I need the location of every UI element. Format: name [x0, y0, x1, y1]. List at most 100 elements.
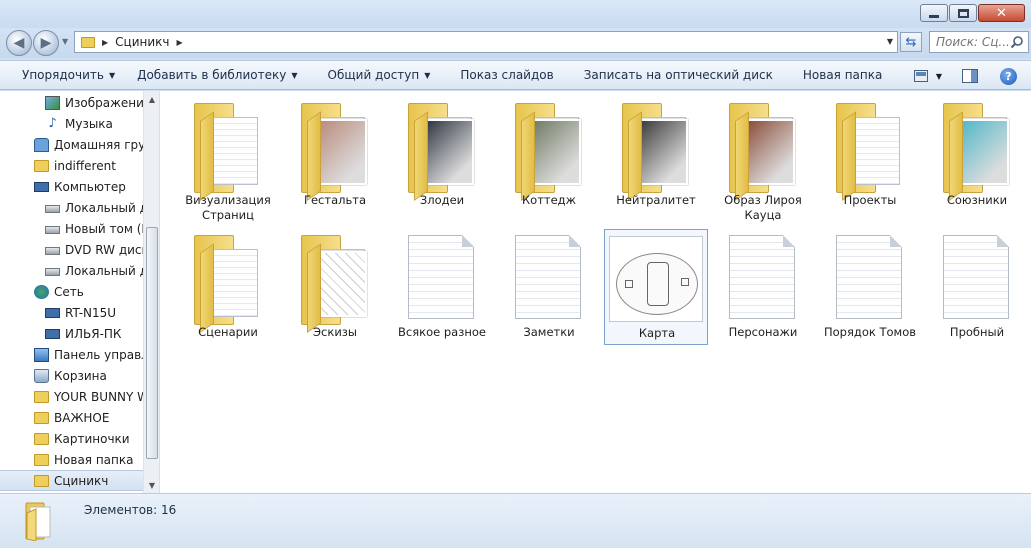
- folder-item[interactable]: Союзники: [925, 97, 1029, 213]
- nav-item[interactable]: Изображения: [0, 92, 144, 113]
- nav-item-label: DVD RW диско: [65, 242, 144, 257]
- nav-item[interactable]: Компьютер: [0, 176, 144, 197]
- close-icon: ✕: [996, 5, 1007, 21]
- computer-icon: [45, 307, 60, 318]
- drive-icon: [45, 247, 60, 255]
- view-dropdown-icon[interactable]: ▼: [936, 72, 942, 81]
- scrollbar-thumb[interactable]: [146, 227, 158, 459]
- refresh-button[interactable]: ⇆: [900, 32, 922, 52]
- file-item[interactable]: Персонажи: [711, 229, 815, 345]
- minimize-button[interactable]: [920, 4, 948, 22]
- address-history-dropdown[interactable]: ▼: [887, 37, 893, 46]
- nav-item[interactable]: RT-N15U: [0, 302, 144, 323]
- refresh-icon: ⇆: [905, 34, 917, 50]
- organize-button[interactable]: Упорядочить ▼: [22, 60, 115, 90]
- nav-item[interactable]: ИЛЬЯ-ПК: [0, 323, 144, 344]
- preview-pane-icon[interactable]: [962, 69, 978, 83]
- image-thumbnail-icon: [609, 236, 703, 328]
- file-item[interactable]: Порядок Томов: [818, 229, 922, 345]
- nav-item-label: Музыка: [65, 116, 113, 131]
- nav-item[interactable]: Корзина: [0, 365, 144, 386]
- item-label: Визуализация Страниц: [185, 193, 271, 222]
- back-button[interactable]: ◀: [6, 30, 32, 56]
- scroll-up-icon[interactable]: ▲: [144, 91, 159, 107]
- breadcrumb-chevron-icon[interactable]: ▶: [176, 38, 182, 47]
- scroll-down-icon[interactable]: ▼: [144, 477, 159, 493]
- nav-item-label: Домашняя груп: [54, 137, 144, 152]
- slideshow-button[interactable]: Показ слайдов: [460, 60, 553, 90]
- nav-item[interactable]: DVD RW диско: [0, 239, 144, 260]
- folder-icon: [301, 103, 369, 201]
- file-item[interactable]: Заметки: [497, 229, 601, 345]
- nav-item-label: YOUR BUNNY W: [54, 389, 144, 404]
- breadcrumb-chevron-icon[interactable]: ▶: [102, 38, 108, 47]
- file-item[interactable]: Карта: [604, 229, 708, 345]
- nav-item[interactable]: Картиночки: [0, 428, 144, 449]
- control-panel-icon: [34, 347, 49, 362]
- nav-item-label: Локальный ди: [65, 263, 144, 278]
- folder-item[interactable]: Эскизы: [283, 229, 387, 345]
- folder-item[interactable]: Коттедж: [497, 97, 601, 213]
- document-icon: [943, 235, 1011, 327]
- nav-item[interactable]: ♪ Музыка: [0, 113, 144, 134]
- chevron-down-icon: ▼: [424, 70, 431, 80]
- folder-item[interactable]: Злодеи: [390, 97, 494, 213]
- folder-item[interactable]: Гестальта: [283, 97, 387, 213]
- nav-item-label: Сциникч: [54, 473, 109, 488]
- folder-icon: [515, 103, 583, 201]
- folder-icon: [194, 103, 262, 201]
- item-label: Всякое разное: [398, 325, 486, 339]
- item-label: Карта: [638, 326, 676, 340]
- folder-icon: [34, 390, 49, 403]
- search-box[interactable]: [929, 31, 1029, 53]
- nav-item-label: indifferent: [54, 158, 116, 173]
- arrow-right-icon: ▶: [40, 35, 52, 51]
- folder-item[interactable]: Образ Лироя Кауца: [711, 97, 815, 222]
- recent-pages-dropdown[interactable]: ▼: [62, 37, 68, 46]
- folder-item[interactable]: Сценарии: [176, 229, 280, 345]
- minimize-icon: [929, 14, 939, 18]
- search-input[interactable]: [936, 35, 1010, 49]
- music-icon: ♪: [48, 115, 57, 131]
- nav-item[interactable]: Локальный ди: [0, 260, 144, 281]
- view-options-icon[interactable]: [913, 70, 928, 82]
- nav-item-label: Корзина: [54, 368, 107, 383]
- folder-item[interactable]: Нейтралитет: [604, 97, 708, 213]
- item-label: Проекты: [843, 193, 897, 207]
- nav-item[interactable]: YOUR BUNNY W: [0, 386, 144, 407]
- nav-item[interactable]: Сеть: [0, 281, 144, 302]
- nav-item[interactable]: indifferent: [0, 155, 144, 176]
- navigation-scrollbar[interactable]: ▲ ▼: [143, 91, 159, 493]
- file-item[interactable]: Всякое разное: [390, 229, 494, 345]
- nav-item[interactable]: Новый том (D: [0, 218, 144, 239]
- add-to-library-button[interactable]: Добавить в библиотеку ▼: [137, 60, 297, 90]
- navigation-pane: Изображения ♪ Музыка Домашняя груп indiffere…: [0, 91, 160, 493]
- document-icon: [729, 235, 797, 327]
- address-bar[interactable]: ▶ Сциникч ▶ ▼: [74, 31, 898, 53]
- folder-item[interactable]: Визуализация Страниц: [176, 97, 280, 222]
- share-button[interactable]: Общий доступ ▼: [328, 60, 431, 90]
- nav-item-label: ИЛЬЯ-ПК: [65, 326, 122, 341]
- maximize-button[interactable]: [949, 4, 977, 22]
- close-button[interactable]: ✕: [978, 4, 1025, 22]
- new-folder-button[interactable]: Новая папка: [803, 60, 882, 90]
- nav-item[interactable]: Локальный ди: [0, 197, 144, 218]
- item-label: Союзники: [946, 193, 1008, 207]
- folder-icon: [836, 103, 904, 201]
- item-label: Злодеи: [419, 193, 465, 207]
- folder-icon: [943, 103, 1011, 201]
- burn-disc-button[interactable]: Записать на оптический диск: [584, 60, 773, 90]
- help-icon[interactable]: ?: [1000, 67, 1017, 85]
- breadcrumb-current[interactable]: Сциникч: [115, 35, 169, 49]
- forward-button[interactable]: ▶: [33, 30, 59, 56]
- nav-item[interactable]: Сциникч: [0, 470, 144, 491]
- folder-item[interactable]: Проекты: [818, 97, 922, 213]
- folder-icon: [25, 502, 51, 541]
- chevron-down-icon: ▼: [108, 70, 116, 80]
- nav-item[interactable]: Новая папка: [0, 449, 144, 470]
- nav-item[interactable]: Панель управле: [0, 344, 144, 365]
- nav-item[interactable]: ВАЖНОЕ: [0, 407, 144, 428]
- nav-item[interactable]: Домашняя груп: [0, 134, 144, 155]
- file-item[interactable]: Пробный: [925, 229, 1029, 345]
- item-label: Нейтралитет: [616, 193, 696, 207]
